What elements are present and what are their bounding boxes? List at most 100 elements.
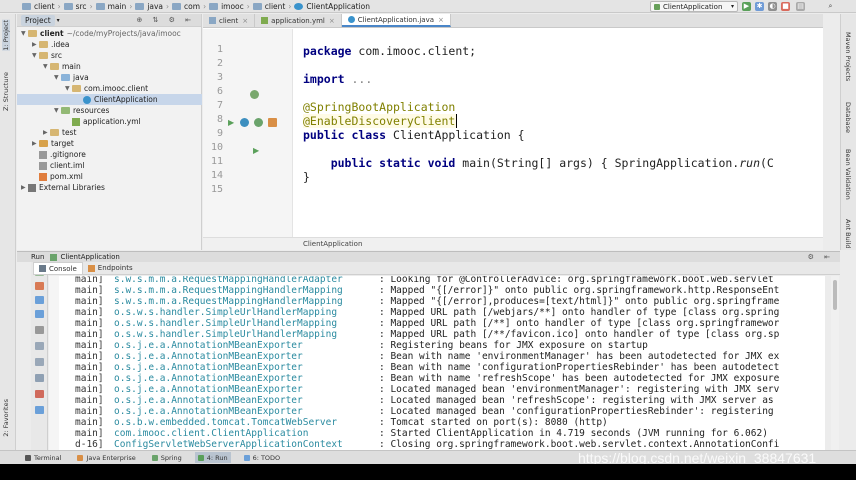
scrollbar-thumb[interactable] — [833, 280, 837, 310]
close-icon[interactable]: × — [242, 17, 248, 25]
class-gutter-icon[interactable] — [240, 118, 249, 127]
breadcrumb-item[interactable]: ClientApplication — [294, 2, 370, 11]
expand-arrow-icon[interactable]: ▼ — [54, 74, 61, 81]
expand-arrow-icon[interactable]: ▼ — [43, 63, 50, 70]
console-line[interactable]: main] o.s.j.e.a.AnnotationMBeanExporter: … — [49, 373, 825, 384]
tree-item[interactable]: ▶ target — [17, 138, 74, 149]
code-line[interactable]: public static void main(String[] args) {… — [303, 156, 774, 170]
console-line[interactable]: main] o.s.j.e.a.AnnotationMBeanExporter: … — [49, 362, 825, 373]
tool-tab-database[interactable]: Database — [844, 102, 852, 133]
structure-icon[interactable]: ▤ — [796, 2, 805, 11]
breadcrumb-item[interactable]: com › — [172, 2, 206, 11]
breadcrumb-item[interactable]: client › — [252, 2, 291, 11]
bottom-tab[interactable]: 6: TODO — [241, 452, 284, 463]
tree-item[interactable]: ▼ src — [17, 50, 62, 61]
breadcrumb-item[interactable]: main › — [95, 2, 132, 11]
console-line[interactable]: main] o.s.b.w.embedded.tomcat.TomcatWebSe… — [49, 417, 825, 428]
tree-item[interactable]: ▶ External Libraries — [17, 182, 105, 193]
editor-tab[interactable]: application.yml × — [255, 14, 342, 27]
breadcrumb-item[interactable]: src › — [63, 2, 93, 11]
bottom-tab[interactable]: 4: Run — [194, 452, 231, 463]
expand-arrow-icon[interactable]: ▶ — [32, 41, 39, 48]
breadcrumb-item[interactable]: client › — [22, 2, 61, 11]
expand-arrow-icon[interactable]: ▼ — [32, 52, 39, 59]
tree-item[interactable]: ▶ test — [17, 127, 76, 138]
bean-gutter-icon[interactable] — [254, 118, 263, 127]
console-line[interactable]: main] s.w.s.m.m.a.RequestMappingHandlerMa… — [49, 285, 825, 296]
run-panel-config[interactable]: ClientApplication — [60, 253, 119, 261]
run-gutter-icon[interactable]: ▶ — [228, 118, 237, 127]
editor-breadcrumb[interactable]: ClientApplication — [203, 237, 823, 250]
run-panel-actions-icons[interactable]: ⚙ ⇤ — [808, 253, 834, 261]
debug-icon[interactable]: ✱ — [755, 2, 764, 11]
scroll-to-end-icon[interactable] — [35, 358, 44, 366]
soft-wrap-icon[interactable] — [35, 342, 44, 350]
console-line[interactable]: main] com.imooc.client.ClientApplication:… — [49, 428, 825, 439]
console-line[interactable]: main] s.w.s.m.m.a.RequestMappingHandlerMa… — [49, 296, 825, 307]
console-line[interactable]: main] s.w.s.m.m.a.RequestMappingHandlerAd… — [49, 276, 825, 285]
config-gutter-icon[interactable] — [268, 118, 277, 127]
tree-item[interactable]: application.yml — [17, 116, 141, 127]
console-line[interactable]: main] o.s.w.s.handler.SimpleUrlHandlerMap… — [49, 307, 825, 318]
console-line[interactable]: main] o.s.j.e.a.AnnotationMBeanExporter: … — [49, 395, 825, 406]
editor-tab[interactable]: client × — [203, 14, 256, 27]
stop-icon[interactable] — [35, 282, 44, 290]
run-tab-console[interactable]: Console — [33, 262, 83, 274]
breadcrumb-item[interactable]: imooc › — [209, 2, 250, 11]
expand-arrow-icon[interactable]: ▼ — [21, 30, 28, 37]
tree-item[interactable]: ▼ java — [17, 72, 89, 83]
run-icon[interactable]: ▶ — [742, 2, 751, 11]
tool-tab-bean-validation[interactable]: Bean Validation — [844, 149, 852, 200]
code-view[interactable]: package com.imooc.client; import ... @Spri… — [303, 29, 823, 239]
tool-tab-favorites[interactable]: 2: Favorites — [2, 399, 10, 437]
panel-actions-icons[interactable]: ⊕ ⇅ ⚙ ⇤ — [136, 16, 195, 24]
editor-tab[interactable]: ClientApplication.java × — [341, 14, 451, 27]
project-view-selector[interactable]: Project — [21, 14, 55, 26]
code-line[interactable]: @SpringBootApplication — [303, 100, 455, 114]
run-main-gutter-icon[interactable]: ▶ — [253, 146, 262, 155]
code-line[interactable]: import ... — [303, 72, 372, 86]
dump-threads-icon[interactable] — [35, 326, 44, 334]
tool-tab-maven[interactable]: Maven Projects — [844, 32, 852, 81]
expand-arrow-icon[interactable]: ▶ — [21, 184, 28, 191]
tree-item[interactable]: ▼ main — [17, 61, 81, 72]
run-configuration-select[interactable]: ClientApplication ▾ — [650, 1, 738, 12]
restore-layout-icon[interactable] — [35, 310, 44, 318]
breadcrumb-item[interactable]: java › — [135, 2, 169, 11]
expand-arrow-icon[interactable]: ▶ — [43, 129, 50, 136]
tree-item[interactable]: ClientApplication — [17, 94, 202, 105]
tree-item[interactable]: ▼ client ~/code/myProjects/java/imooc — [17, 28, 181, 39]
spring-bean-gutter-icon[interactable] — [250, 90, 259, 99]
expand-arrow-icon[interactable]: ▼ — [65, 85, 72, 92]
tree-item[interactable]: .gitignore — [17, 149, 86, 160]
console-line[interactable]: main] o.s.j.e.a.AnnotationMBeanExporter: … — [49, 384, 825, 395]
code-line[interactable]: @EnableDiscoveryClient — [303, 114, 458, 128]
code-line[interactable]: package com.imooc.client; — [303, 44, 476, 58]
bottom-tab[interactable]: Java Enterprise — [74, 452, 138, 463]
tree-item[interactable]: client.iml — [17, 160, 84, 171]
clear-all-icon[interactable] — [35, 390, 44, 398]
console-line[interactable]: main] o.s.j.e.a.AnnotationMBeanExporter: … — [49, 351, 825, 362]
console-line[interactable]: main] o.s.w.s.handler.SimpleUrlHandlerMap… — [49, 329, 825, 340]
print-icon[interactable] — [35, 374, 44, 382]
close-icon[interactable]: × — [329, 17, 335, 25]
tree-item[interactable]: ▶ .idea — [17, 39, 69, 50]
search-icon[interactable]: ⌕ — [826, 2, 835, 11]
close-icon[interactable]: × — [438, 16, 444, 24]
console-line[interactable]: main] o.s.j.e.a.AnnotationMBeanExporter: … — [49, 406, 825, 417]
tree-item[interactable]: pom.xml — [17, 171, 83, 182]
pause-icon[interactable] — [35, 296, 44, 304]
tree-item[interactable]: ▼ com.imooc.client — [17, 83, 148, 94]
help-icon[interactable] — [35, 406, 44, 414]
expand-arrow-icon[interactable]: ▶ — [32, 140, 39, 147]
tree-item[interactable]: ▼ resources — [17, 105, 109, 116]
console-line[interactable]: main] o.s.j.e.a.AnnotationMBeanExporter: … — [49, 340, 825, 351]
tool-tab-ant[interactable]: Ant Build — [844, 219, 852, 249]
bottom-tab[interactable]: Spring — [149, 452, 185, 463]
tool-tab-project[interactable]: 1: Project — [2, 20, 10, 51]
code-line[interactable]: public class ClientApplication { — [303, 128, 525, 142]
stop-icon[interactable]: ■ — [781, 2, 790, 11]
bottom-tab[interactable]: Terminal — [22, 452, 64, 463]
console-line[interactable]: d-16] ConfigServletWebServerApplicationCo… — [49, 439, 825, 450]
console-scrollbar[interactable] — [831, 276, 839, 450]
